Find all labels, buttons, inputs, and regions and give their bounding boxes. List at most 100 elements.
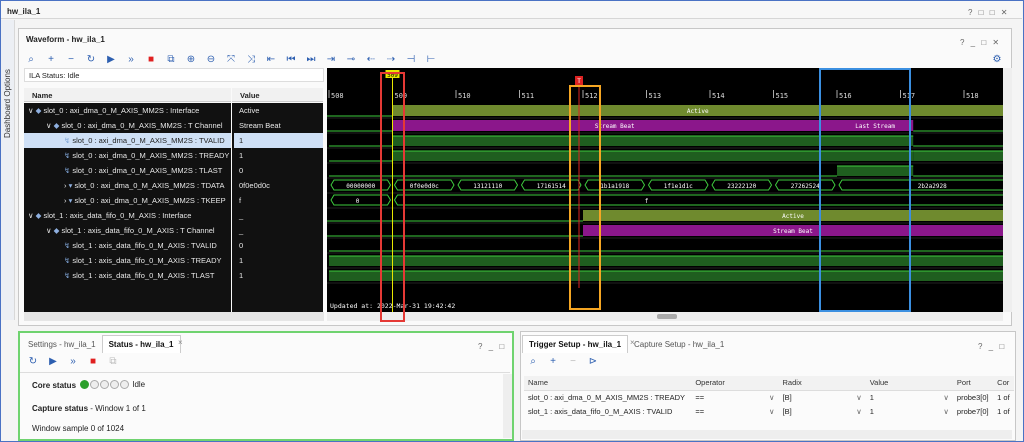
column-header[interactable]: Operator: [691, 376, 779, 391]
zoom-in-icon[interactable]: ⊕: [184, 54, 198, 65]
run-icon[interactable]: ▶: [46, 356, 60, 367]
refresh-icon[interactable]: ↻: [84, 54, 98, 65]
next-transition-icon[interactable]: ⇢: [384, 54, 398, 65]
go-end-icon[interactable]: ⇥: [324, 54, 338, 65]
signal-name: slot_0 : axi_dma_0_M_AXIS_MM2S : T Chann…: [61, 121, 223, 130]
list-scrollbar[interactable]: [24, 312, 324, 321]
port-text: probe7[0]: [956, 406, 989, 416]
next-icon[interactable]: ⏭: [304, 54, 318, 65]
ruler-label: 518: [966, 92, 979, 100]
zoom-out-icon[interactable]: ⊖: [204, 54, 218, 65]
prev-icon[interactable]: ⏮: [284, 54, 298, 65]
dashboard-options-tab[interactable]: Dashboard Options: [1, 20, 15, 320]
export-icon: ⧉: [109, 356, 117, 367]
chevron-down-icon[interactable]: ∨: [769, 393, 775, 402]
column-header[interactable]: Value: [865, 376, 953, 391]
table-row[interactable]: slot_1 : axis_data_fifo_0_M_AXIS : TVALI…: [524, 404, 1014, 418]
dashboard-options-label: Dashboard Options: [3, 69, 12, 138]
ila-status-text: ILA Status: Idle: [29, 71, 80, 80]
cell-radix[interactable]: [B] ∨: [779, 404, 866, 418]
waveform-hscroll[interactable]: [327, 312, 1003, 321]
ruler-label: 510: [458, 92, 471, 100]
signal-row[interactable]: ∨ ◆ slot_0 : axi_dma_0_M_AXIS_MM2S : Int…: [24, 103, 231, 118]
tab[interactable]: Trigger Setup - hw_ila_1: [522, 335, 629, 353]
snap-icon[interactable]: ⊢: [424, 54, 438, 65]
refresh-icon[interactable]: ↻: [26, 356, 40, 367]
status-scrollbar[interactable]: [503, 374, 512, 438]
column-header[interactable]: Radix: [778, 376, 866, 391]
stop-icon[interactable]: ■: [86, 356, 100, 367]
add-icon[interactable]: +: [546, 356, 560, 367]
trigger-options-icon[interactable]: ⊳: [586, 356, 600, 367]
expand-icon[interactable]: ∨: [46, 226, 54, 235]
signal-row[interactable]: ∨ ◆ slot_0 : axi_dma_0_M_AXIS_MM2S : T C…: [24, 118, 231, 133]
tab[interactable]: Status - hw_ila_1: [101, 335, 181, 353]
cell-radix[interactable]: [B] ∨: [779, 390, 866, 404]
signal-row[interactable]: ∨ ◆ slot_1 : axis_data_fifo_0_M_AXIS : I…: [24, 208, 231, 223]
search-icon[interactable]: ⌕: [526, 356, 540, 367]
close-tab-icon[interactable]: ×: [630, 338, 635, 347]
cell-cor[interactable]: 1 of: [993, 390, 1014, 404]
cell-value[interactable]: 1 ∨: [866, 390, 953, 404]
run-icon[interactable]: ▶: [104, 54, 118, 65]
signal-row[interactable]: ↯ slot_1 : axis_data_fifo_0_M_AXIS : TLA…: [24, 268, 231, 283]
stop-icon[interactable]: ■: [144, 54, 158, 65]
signal-row[interactable]: › ▾ slot_0 : axi_dma_0_M_AXIS_MM2S : TKE…: [24, 193, 231, 208]
gear-icon[interactable]: ⚙: [990, 54, 1004, 65]
waveform-vscroll[interactable]: [1003, 68, 1012, 312]
close-tab-icon[interactable]: ×: [178, 338, 183, 347]
signal-row[interactable]: ↯ slot_1 : axis_data_fifo_0_M_AXIS : TRE…: [24, 253, 231, 268]
trigger-controls[interactable]: ? _ □: [978, 342, 1006, 351]
minus-icon[interactable]: −: [64, 54, 78, 65]
trigger-hscroll[interactable]: [522, 430, 1012, 439]
signal-row[interactable]: ↯ slot_1 : axis_data_fifo_0_M_AXIS : TVA…: [24, 238, 231, 253]
expand-icon[interactable]: ∨: [46, 121, 54, 130]
signal-row[interactable]: ↯ slot_0 : axi_dma_0_M_AXIS_MM2S : TLAST: [24, 163, 231, 178]
status-controls[interactable]: ? _ □: [478, 342, 506, 351]
tab[interactable]: Settings - hw_ila_1: [22, 336, 102, 353]
tab[interactable]: Capture Setup - hw_ila_1: [628, 336, 730, 353]
signal-row[interactable]: ↯ slot_0 : axi_dma_0_M_AXIS_MM2S : TVALI…: [24, 133, 231, 148]
chevron-down-icon[interactable]: ∨: [943, 407, 949, 416]
cell-value[interactable]: 1 ∨: [866, 404, 953, 418]
cell-port[interactable]: probe7[0]: [953, 404, 993, 418]
cor-text: 1 of: [997, 392, 1010, 402]
run-immediate-icon[interactable]: »: [66, 356, 80, 367]
expand-icon[interactable]: ∨: [28, 211, 36, 220]
chevron-down-icon[interactable]: ∨: [769, 407, 775, 416]
signal-row[interactable]: ∨ ◆ slot_1 : axis_data_fifo_0_M_AXIS : T…: [24, 223, 231, 238]
signal-value: _: [239, 211, 244, 220]
window-controls[interactable]: ? □ □ ✕: [968, 8, 1009, 17]
cell-operator[interactable]: == ∨: [691, 390, 778, 404]
name-column-header[interactable]: Name: [24, 88, 231, 102]
column-header[interactable]: Port: [952, 376, 994, 391]
cell-operator[interactable]: == ∨: [691, 404, 778, 418]
swap-icon[interactable]: ⤨: [244, 54, 258, 65]
signal-name: slot_1 : axis_data_fifo_0_M_AXIS : TLAST: [72, 271, 215, 280]
column-header[interactable]: Cor: [993, 376, 1014, 391]
search-icon[interactable]: ⌕: [24, 54, 38, 65]
export-icon[interactable]: ⧉: [164, 54, 178, 65]
value-column-header[interactable]: Value: [232, 88, 323, 102]
expand-icon[interactable]: ∨: [28, 106, 36, 115]
add-marker-icon[interactable]: ⊸: [344, 54, 358, 65]
prev-transition-icon[interactable]: ⇠: [364, 54, 378, 65]
chevron-down-icon[interactable]: ∨: [856, 393, 862, 402]
cell-port[interactable]: probe3[0]: [953, 390, 993, 404]
chevron-down-icon[interactable]: ∨: [943, 393, 949, 402]
cell-cor[interactable]: 1 of: [993, 404, 1014, 418]
chevron-down-icon[interactable]: ∨: [856, 407, 862, 416]
zoom-fit-icon[interactable]: ⤧: [224, 54, 238, 65]
marker-icon[interactable]: ⊣: [404, 54, 418, 65]
divider: [20, 372, 510, 373]
go-start-icon[interactable]: ⇤: [264, 54, 278, 65]
run-immediate-icon[interactable]: »: [124, 54, 138, 65]
signal-row[interactable]: › ▾ slot_0 : axi_dma_0_M_AXIS_MM2S : TDA…: [24, 178, 231, 193]
waveform-controls[interactable]: ? _ □ ✕: [960, 38, 1001, 47]
table-row[interactable]: slot_0 : axi_dma_0_M_AXIS_MM2S : TREADY =…: [524, 390, 1014, 404]
ruler-label: 508: [331, 92, 344, 100]
column-header[interactable]: Name: [524, 376, 692, 391]
hscroll-thumb[interactable]: [657, 314, 677, 319]
add-icon[interactable]: +: [44, 54, 58, 65]
signal-row[interactable]: ↯ slot_0 : axi_dma_0_M_AXIS_MM2S : TREAD…: [24, 148, 231, 163]
